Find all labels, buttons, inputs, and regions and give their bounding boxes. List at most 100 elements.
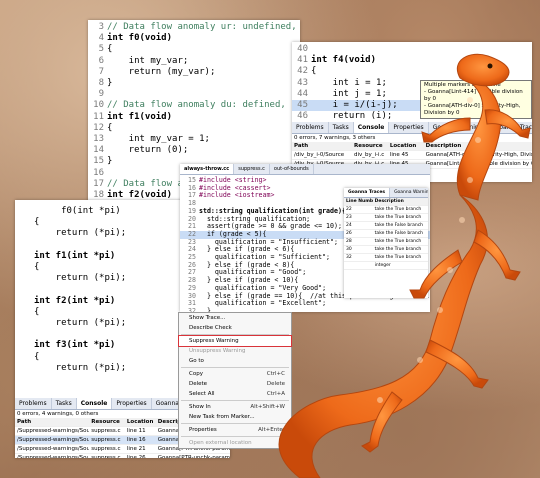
table-cell: /Suppressed-warnings/Source xyxy=(17,428,90,434)
line-number: 45 xyxy=(297,100,308,111)
menu-item-go-to[interactable]: Go to xyxy=(179,356,291,366)
tab-always-throw-cc[interactable]: always-throw.cc xyxy=(180,164,235,174)
column-header[interactable]: Line Number xyxy=(344,198,373,205)
menu-item-properties[interactable]: Properties Alt+Enter xyxy=(179,425,291,435)
line-number: 16 xyxy=(93,167,104,178)
table-row[interactable]: /div_by_i-0/Source div_by_i-i.c line 45 Goa… xyxy=(292,151,532,160)
code-line: 31 qualification = "Excellent"; xyxy=(180,299,430,308)
line-text: int my_var = 1; xyxy=(107,134,210,145)
editor-tabs: always-throw.cc suppress.c out-of-bounds xyxy=(180,164,430,175)
menu-item-shortcut: Alt+Shift+W xyxy=(250,404,285,410)
table-row[interactable]: 32 take the True branch xyxy=(344,254,428,262)
code-line: 40 xyxy=(292,44,532,55)
table-cell: line 45 xyxy=(389,152,409,158)
menu-item-suppress-warning[interactable]: Suppress Warning xyxy=(178,335,292,347)
column-header[interactable]: Description xyxy=(373,198,428,205)
code-line: 11 int f1(void) xyxy=(88,112,300,123)
table-cell: suppress.c xyxy=(91,455,121,458)
line-text: { xyxy=(311,66,317,77)
menu-item-label: New Task from Marker... xyxy=(189,414,255,420)
menu-item-label: Unsuppress Warning xyxy=(189,348,246,354)
table-cell: /Suppressed-warnings/Source xyxy=(17,455,90,458)
table-row[interactable]: 23 take the True branch xyxy=(344,214,428,222)
table-cell: 22 xyxy=(346,207,352,212)
table-row[interactable]: 28 take the True branch xyxy=(344,238,428,246)
code-line: 13 int my_var = 1; xyxy=(88,134,300,145)
column-header[interactable]: Location xyxy=(388,142,424,150)
menu-item-select-all[interactable]: Select All Ctrl+A xyxy=(179,389,291,399)
line-text: int f2(void) xyxy=(107,190,173,201)
table-row[interactable]: 24 take the False branch xyxy=(344,222,428,230)
line-text: { xyxy=(34,217,40,228)
tooltip-line: Multiple markers at this line xyxy=(424,82,501,88)
menu-item-new-task-from-marker[interactable]: New Task from Marker... xyxy=(179,412,291,422)
table-cell: Goanna[Lint-414] Possible division by 0 xyxy=(425,161,532,167)
menu-item-copy[interactable]: Copy Ctrl+C xyxy=(179,369,291,379)
menu-item-open-external-location: Open external location xyxy=(179,438,291,448)
column-header[interactable]: Path xyxy=(15,418,89,426)
tab-properties[interactable]: Properties xyxy=(389,122,429,133)
line-text: } xyxy=(107,78,113,89)
tab-properties[interactable]: Properties xyxy=(112,398,152,409)
code-line: 42{ xyxy=(292,66,532,77)
column-header[interactable]: Resource xyxy=(352,142,388,150)
tab-tasks[interactable]: Tasks xyxy=(52,398,77,409)
line-number: 7 xyxy=(98,66,104,77)
menu-item-show-in[interactable]: Show In Alt+Shift+W xyxy=(179,402,291,412)
line-text: int j = 1; xyxy=(311,88,387,99)
table-cell: /Suppressed-warnings/Source xyxy=(17,437,90,443)
line-text: int i = 1; xyxy=(311,77,387,88)
line-text: int f1(void) xyxy=(107,111,173,122)
menu-item-label: Open external location xyxy=(189,440,252,446)
table-row[interactable]: 30 take the True branch xyxy=(344,246,428,254)
table-cell: 23 xyxy=(346,215,352,220)
code-line: 3// Data flow anomaly ur: undefined, ref… xyxy=(88,22,300,33)
context-menu: Show Trace... Describe Check Suppress Warn… xyxy=(178,312,292,449)
menu-item-show-trace[interactable]: Show Trace... xyxy=(179,313,291,323)
table-row[interactable]: /Suppressed-warnings/Sourcesuppress.c lin… xyxy=(15,454,230,458)
view-tabs: ProblemsTasksConsolePropertiesGoanna War… xyxy=(292,122,532,134)
column-header[interactable]: Resource xyxy=(89,418,125,426)
tab-goanna-warnings[interactable]: Goanna Warnings xyxy=(429,122,491,133)
line-text: int f2(int *pi) xyxy=(34,295,116,306)
column-header[interactable]: Location xyxy=(125,418,156,426)
table-cell: div_by_i-i.c xyxy=(354,152,385,158)
goanna-traces-view: Goanna TracesGoanna Warnings Line Number… xyxy=(344,188,428,298)
line-text: // Data flow anomaly ur: undefined, refe… xyxy=(107,22,297,32)
tab-goanna-traces[interactable]: Goanna Traces xyxy=(491,122,532,133)
table-cell: Goanna[ATH-div-0] Severity-High, Divisio… xyxy=(425,152,532,158)
column-header[interactable]: Description xyxy=(424,142,532,150)
line-number: 10 xyxy=(93,100,104,111)
line-text: return (*pi); xyxy=(34,228,127,239)
tab-problems[interactable]: Problems xyxy=(15,398,52,409)
problems-summary: 0 errors, 7 warnings, 3 others xyxy=(294,135,376,141)
line-number: 5 xyxy=(98,44,104,55)
tab-problems[interactable]: Problems xyxy=(292,122,329,133)
tab-goanna-traces[interactable]: Goanna Traces xyxy=(344,188,391,197)
line-text: { xyxy=(107,122,113,133)
tab-out-of-bounds[interactable]: out-of-bounds xyxy=(270,164,314,174)
table-cell: integer xyxy=(374,263,391,268)
code-line: 41 int f4(void) xyxy=(292,55,532,66)
table-row[interactable]: 26 take the False branch xyxy=(344,230,428,238)
code-line: 4 int f0(void) xyxy=(88,33,300,44)
line-text: { xyxy=(34,262,40,273)
tab-suppress-c[interactable]: suppress.c xyxy=(234,164,270,174)
tab-tasks[interactable]: Tasks xyxy=(329,122,354,133)
table-row[interactable]: integer xyxy=(344,262,428,270)
column-header[interactable]: Path xyxy=(292,142,352,150)
code-line: 5{ xyxy=(88,44,300,55)
tab-console[interactable]: Console xyxy=(76,398,113,409)
line-text: int f4(void) xyxy=(311,55,377,66)
menu-item-delete[interactable]: Delete Delete xyxy=(179,379,291,389)
table-cell: 30 xyxy=(346,247,352,252)
tab-console[interactable]: Console xyxy=(353,122,390,133)
line-text: return (*pi); xyxy=(34,273,127,284)
table-header: Path Resource Location Description xyxy=(292,142,532,151)
menu-separator xyxy=(181,400,289,401)
tab-goanna-warnings[interactable]: Goanna Warnings xyxy=(390,188,428,197)
menu-item-describe-check[interactable]: Describe Check xyxy=(179,323,291,333)
table-cell: line 21 xyxy=(126,446,146,452)
table-cell: take the True branch xyxy=(374,215,422,220)
table-row[interactable]: 22 take the True branch xyxy=(344,206,428,214)
